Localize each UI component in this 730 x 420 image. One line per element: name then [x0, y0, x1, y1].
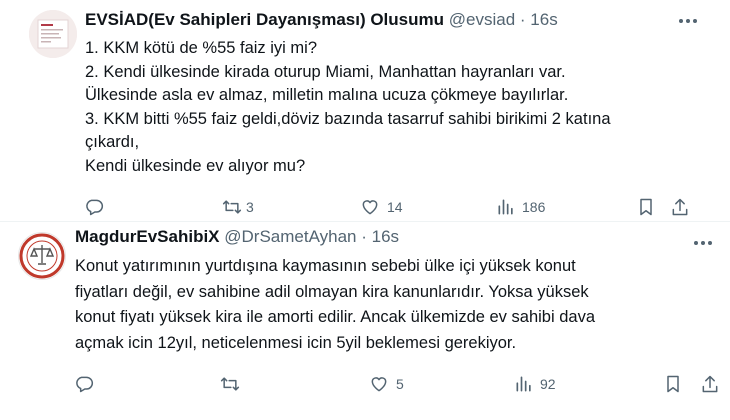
separator: · [361, 227, 367, 246]
bookmark-button[interactable] [636, 195, 656, 219]
avatar[interactable] [18, 232, 66, 280]
tweet[interactable]: MagdurEvSahibiX @DrSametAyhan · 16s Konu… [0, 222, 730, 420]
like-button[interactable]: 14 [359, 195, 403, 219]
tweet-text: Konut yatırımının yurtdışına kaymasının … [75, 254, 725, 356]
views-icon [514, 374, 534, 394]
timestamp[interactable]: 16s [372, 227, 399, 246]
views-icon [496, 197, 516, 217]
views-button[interactable]: 186 [496, 195, 545, 219]
tweet-line: çıkardı, [85, 133, 140, 152]
views-count: 186 [522, 199, 546, 215]
tweet-line: Konut yatırımının yurtdışına kaymasının … [75, 257, 576, 275]
like-icon [368, 374, 390, 394]
share-icon [700, 374, 720, 394]
share-button[interactable] [700, 372, 720, 396]
more-icon[interactable] [691, 234, 715, 252]
retweet-button[interactable] [219, 372, 247, 396]
views-button[interactable]: 92 [514, 372, 556, 396]
more-icon[interactable] [676, 12, 700, 30]
display-name[interactable]: EVSİAD(Ev Sahipleri Dayanışması) Olusumu [85, 10, 444, 29]
tweet-header: EVSİAD(Ev Sahipleri Dayanışması) Olusumu… [85, 9, 558, 31]
user-handle[interactable]: @DrSametAyhan [224, 227, 356, 246]
retweet-icon [219, 374, 241, 394]
tweet-actions: 3 14 186 [0, 195, 730, 219]
tweet[interactable]: EVSİAD(Ev Sahipleri Dayanışması) Olusumu… [0, 0, 730, 222]
bookmark-button[interactable] [663, 372, 683, 396]
separator: · [519, 10, 526, 29]
avatar[interactable] [29, 10, 77, 58]
reply-icon [84, 197, 104, 217]
tweet-line: 3. KKM bitti %55 faiz geldi,döviz bazınd… [85, 109, 611, 128]
like-button[interactable]: 5 [368, 372, 404, 396]
reply-icon [74, 374, 94, 394]
tweet-line: 2. Kendi ülkesinde kirada oturup Miami, … [85, 62, 566, 81]
like-icon [359, 197, 381, 217]
tweet-header: MagdurEvSahibiX @DrSametAyhan · 16s [75, 226, 399, 248]
reply-button[interactable] [84, 195, 110, 219]
tweet-actions: 5 92 [0, 372, 730, 396]
tweet-text: 1. KKM kötü de %55 faiz iyi mi? 2. Kendi… [85, 37, 725, 179]
retweet-icon [221, 197, 243, 217]
tweet-line: açmak icin 12yıl, neticelenmesi icin 5yi… [75, 333, 517, 352]
share-button[interactable] [670, 195, 690, 219]
like-count: 14 [387, 199, 403, 215]
timestamp[interactable]: 16s [530, 10, 557, 29]
tweet-line: konut fiyatı yüksek kira ile amorti edil… [75, 308, 595, 326]
tweet-line: 1. KKM kötü de %55 faiz iyi mi? [85, 39, 318, 57]
tweet-line: fiyatları değil, ev sahibine adil olmaya… [75, 282, 589, 301]
display-name[interactable]: MagdurEvSahibiX [75, 227, 220, 246]
reply-button[interactable] [74, 372, 100, 396]
retweet-count: 3 [246, 199, 254, 215]
share-icon [670, 197, 690, 217]
retweet-button[interactable]: 3 [221, 195, 254, 219]
tweet-line: Kendi ülkesinde ev alıyor mu? [85, 156, 306, 175]
tweet-line: Ülkesinde asla ev almaz, milletin malına… [85, 86, 569, 105]
views-count: 92 [540, 376, 556, 392]
user-handle[interactable]: @evsiad [449, 10, 515, 29]
bookmark-icon [663, 374, 683, 394]
like-count: 5 [396, 376, 404, 392]
bookmark-icon [636, 197, 656, 217]
